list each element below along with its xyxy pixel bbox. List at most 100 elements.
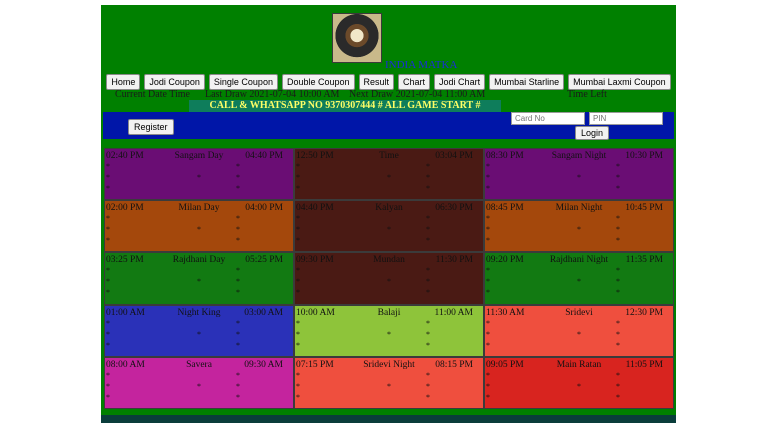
result-placeholder-icon: *	[236, 214, 240, 224]
market-card[interactable]: Night King 01:00 AM 03:00 AM * * * * * * *	[104, 304, 294, 357]
close-time: 11:35 PM	[625, 255, 663, 266]
open-time: 04:40 PM	[296, 203, 334, 214]
result-placeholder-icon: *	[426, 214, 430, 224]
auth-bar: Register Login	[103, 112, 674, 140]
site-title[interactable]: INDIA MATKA	[385, 59, 457, 71]
nav-mumbai-laxmi-coupon-button[interactable]: Mumbai Laxmi Coupon	[568, 74, 671, 90]
open-time: 10:00 AM	[296, 307, 335, 318]
result-placeholder-icon: *	[296, 162, 300, 171]
result-placeholder-icon: *	[616, 370, 620, 380]
result-placeholder-icon: *	[616, 225, 620, 235]
result-placeholder-icon: *	[106, 266, 110, 276]
login-button[interactable]: Login	[575, 126, 610, 140]
result-placeholder-icon: *	[296, 340, 300, 350]
result-placeholder-icon: *	[426, 236, 430, 246]
result-placeholder-icon: *	[106, 214, 110, 224]
result-placeholder-icon: *	[426, 392, 430, 402]
nav-jodi-coupon-button[interactable]: Jodi Coupon	[144, 74, 205, 90]
market-card[interactable]: Sridevi 11:30 AM 12:30 PM * * * * * * *	[484, 304, 674, 357]
result-placeholder-icon: *	[236, 225, 240, 235]
result-placeholder-icon: *	[296, 318, 300, 328]
result-placeholder-icon: *	[236, 370, 240, 380]
result-placeholder-icon: *	[236, 340, 240, 350]
nav-double-coupon-button[interactable]: Double Coupon	[281, 74, 355, 90]
open-time: 09:05 PM	[486, 359, 524, 370]
result-placeholder-icon: *	[296, 266, 300, 276]
market-card[interactable]: Sridevi Night 07:15 PM 08:15 PM * * * * * * *	[294, 356, 484, 409]
result-placeholder-icon: *	[486, 318, 490, 328]
market-card[interactable]: Milan Day 02:00 PM 04:00 PM * * * * * * *	[104, 200, 294, 253]
close-time: 12:30 PM	[625, 307, 663, 318]
result-placeholder-icon: *	[387, 329, 391, 339]
nav-result-button[interactable]: Result	[358, 74, 395, 90]
result-placeholder-icon: *	[616, 214, 620, 224]
close-time: 03:00 AM	[244, 307, 283, 318]
result-placeholder-icon: *	[426, 288, 430, 298]
market-card[interactable]: Rajdhani Day 03:25 PM 05:25 PM * * * * * * *	[104, 252, 294, 305]
result-placeholder-icon: *	[106, 162, 110, 171]
nav-mumbai-starline-button[interactable]: Mumbai Starline	[489, 74, 565, 90]
nav-single-coupon-button[interactable]: Single Coupon	[208, 74, 278, 90]
market-card[interactable]: Mundan 09:30 PM 11:30 PM * * * * * * *	[294, 252, 484, 305]
result-placeholder-icon: *	[236, 288, 240, 298]
result-placeholder-icon: *	[296, 370, 300, 380]
pin-input[interactable]	[589, 112, 663, 125]
result-placeholder-icon: *	[106, 329, 110, 339]
open-time: 08:30 PM	[486, 151, 524, 161]
logo-image-icon	[332, 13, 382, 63]
close-time: 04:00 PM	[245, 203, 283, 214]
nav-home-button[interactable]: Home	[106, 74, 141, 90]
market-card[interactable]: Savera 08:00 AM 09:30 AM * * * * * * *	[104, 356, 294, 409]
market-card[interactable]: Milan Night 08:45 PM 10:45 PM * * * * * * *	[484, 200, 674, 253]
register-button[interactable]: Register	[128, 119, 174, 135]
next-draw-text: Next Draw 2021-07-04 11:00 AM	[349, 89, 486, 100]
result-placeholder-icon: *	[197, 277, 201, 287]
result-placeholder-icon: *	[236, 318, 240, 328]
result-placeholder-icon: *	[577, 225, 581, 235]
market-card[interactable]: Balaji 10:00 AM 11:00 AM * * * * * * *	[294, 304, 484, 357]
close-time: 09:30 AM	[244, 359, 283, 370]
result-placeholder-icon: *	[616, 318, 620, 328]
result-placeholder-icon: *	[616, 266, 620, 276]
result-placeholder-icon: *	[616, 288, 620, 298]
open-time: 09:20 PM	[486, 255, 524, 266]
result-placeholder-icon: *	[616, 173, 620, 182]
nav-jodi-chart-button[interactable]: Jodi Chart	[434, 74, 486, 90]
close-time: 10:30 PM	[625, 151, 663, 161]
result-placeholder-icon: *	[577, 277, 581, 287]
result-placeholder-icon: *	[296, 236, 300, 246]
result-placeholder-icon: *	[236, 329, 240, 339]
nav-chart-button[interactable]: Chart	[398, 74, 431, 90]
market-grid: Sangam Day 02:40 PM 04:40 PM * * * * * * * Time 12:…	[104, 148, 674, 409]
result-placeholder-icon: *	[426, 277, 430, 287]
result-placeholder-icon: *	[236, 266, 240, 276]
open-time: 02:40 PM	[106, 151, 144, 161]
market-card[interactable]: Sangam Night 08:30 PM 10:30 PM * * * * * * *	[484, 148, 674, 201]
open-time: 11:30 AM	[486, 307, 525, 318]
result-placeholder-icon: *	[486, 370, 490, 380]
result-placeholder-icon: *	[616, 392, 620, 402]
close-time: 10:45 PM	[625, 203, 663, 214]
result-placeholder-icon: *	[616, 277, 620, 287]
result-placeholder-icon: *	[106, 318, 110, 328]
result-placeholder-icon: *	[296, 173, 300, 182]
market-card[interactable]: Sangam Day 02:40 PM 04:40 PM * * * * * * *	[104, 148, 294, 201]
close-time: 11:00 AM	[434, 307, 473, 318]
market-card[interactable]: Time 12:50 PM 03:04 PM * * * * * * *	[294, 148, 484, 201]
open-time: 07:15 PM	[296, 359, 334, 370]
result-placeholder-icon: *	[296, 288, 300, 298]
result-placeholder-icon: *	[426, 318, 430, 328]
market-card[interactable]: Main Ratan 09:05 PM 11:05 PM * * * * * * *	[484, 356, 674, 409]
result-placeholder-icon: *	[426, 340, 430, 350]
market-card[interactable]: Kalyan 04:40 PM 06:30 PM * * * * * * *	[294, 200, 484, 253]
result-placeholder-icon: *	[616, 162, 620, 171]
card-number-input[interactable]	[511, 112, 585, 125]
result-placeholder-icon: *	[486, 214, 490, 224]
market-card[interactable]: Rajdhani Night 09:20 PM 11:35 PM * * * * * * *	[484, 252, 674, 305]
result-placeholder-icon: *	[486, 340, 490, 350]
result-placeholder-icon: *	[236, 173, 240, 182]
close-time: 11:30 PM	[435, 255, 473, 266]
result-placeholder-icon: *	[236, 392, 240, 402]
result-placeholder-icon: *	[426, 370, 430, 380]
result-placeholder-icon: *	[296, 225, 300, 235]
